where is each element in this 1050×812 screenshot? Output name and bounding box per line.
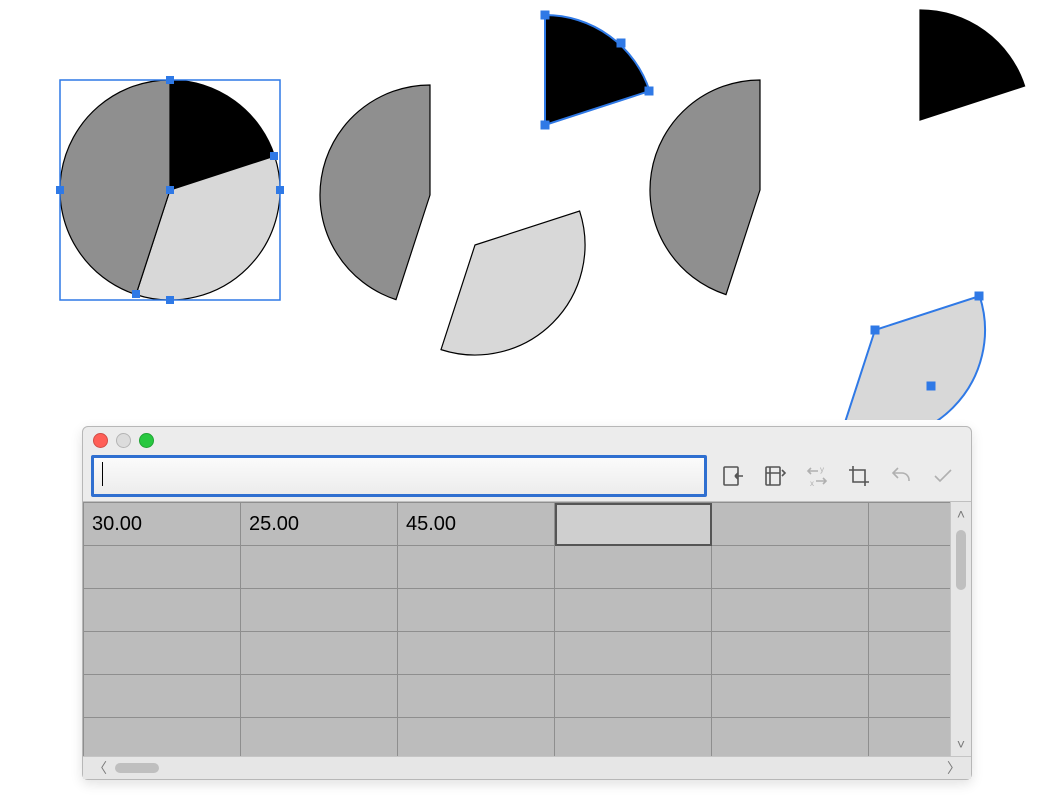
data-grid: 30.0025.0045.00 ˄ ˅ 〈 〉 [83,501,971,779]
vertical-scroll-thumb[interactable] [956,530,966,590]
scroll-down-arrow-icon[interactable]: ˅ [957,732,965,756]
horizontal-scroll-thumb[interactable] [115,763,159,773]
canvas-area[interactable] [0,0,1050,420]
pie2-slice-light[interactable] [441,211,585,355]
svg-text:x: x [810,479,814,488]
formula-toolbar: xy [83,453,971,501]
scroll-right-arrow-icon[interactable]: 〉 [943,758,965,778]
table-cell[interactable] [869,503,951,546]
pie2-slice-gray[interactable] [320,85,430,300]
table-cell[interactable] [84,718,241,757]
table-cell[interactable] [712,718,869,757]
table-cell[interactable] [712,632,869,675]
table-cell[interactable] [398,718,555,757]
data-table[interactable]: 30.0025.0045.00 [83,502,950,756]
table-cell[interactable] [241,546,398,589]
table-cell[interactable] [241,632,398,675]
window-titlebar [83,427,971,453]
table-cell[interactable] [555,589,712,632]
pie3-slice-light[interactable] [841,296,985,420]
table-cell[interactable] [398,546,555,589]
table-cell[interactable] [398,632,555,675]
table-cell[interactable]: 25.00 [241,503,398,546]
svg-text:y: y [820,465,824,474]
table-cell[interactable] [869,632,951,675]
formula-input[interactable] [91,455,707,497]
vertical-scrollbar[interactable]: ˄ ˅ [950,502,971,756]
table-cell[interactable] [712,503,869,546]
table-cell[interactable] [712,675,869,718]
table-row [84,632,951,675]
table-cell[interactable] [555,632,712,675]
table-row [84,718,951,757]
crop-icon[interactable] [845,462,873,490]
graph-data-panel: xy 30.0025.0045.00 ˄ ˅ [82,426,972,780]
scroll-up-arrow-icon[interactable]: ˄ [957,502,965,526]
table-cell[interactable] [241,589,398,632]
table-cell[interactable]: 30.00 [84,503,241,546]
table-cell[interactable] [555,675,712,718]
table-cell[interactable] [869,675,951,718]
table-cell[interactable] [84,589,241,632]
table-cell[interactable] [398,589,555,632]
table-row: 30.0025.0045.00 [84,503,951,546]
window-minimize-button[interactable] [116,433,131,448]
scroll-left-arrow-icon[interactable]: 〈 [89,758,111,778]
undo-icon[interactable] [887,462,915,490]
confirm-icon[interactable] [929,462,957,490]
window-zoom-button[interactable] [139,433,154,448]
table-cell[interactable] [84,632,241,675]
table-cell[interactable] [869,589,951,632]
table-cell[interactable]: 45.00 [398,503,555,546]
table-row [84,546,951,589]
table-cell[interactable] [712,589,869,632]
table-cell[interactable] [241,718,398,757]
pie-variants-svg [0,0,1050,420]
table-cell[interactable] [84,546,241,589]
pie-variant-2[interactable] [320,11,653,355]
table-row [84,589,951,632]
table-cell[interactable] [398,675,555,718]
window-close-button[interactable] [93,433,108,448]
table-cell[interactable] [712,546,869,589]
switch-xy-icon[interactable]: xy [803,462,831,490]
table-cell[interactable] [555,546,712,589]
horizontal-scrollbar[interactable]: 〈 〉 [83,756,971,779]
table-cell[interactable] [869,546,951,589]
pie3-slice-gray[interactable] [650,80,760,295]
pie3-slice-black[interactable] [920,10,1025,120]
table-cell[interactable] [869,718,951,757]
pie-variant-3[interactable] [650,10,1025,420]
table-cell[interactable] [555,503,712,546]
table-cell[interactable] [555,718,712,757]
transpose-icon[interactable] [761,462,789,490]
table-cell[interactable] [241,675,398,718]
table-cell[interactable] [84,675,241,718]
import-column-icon[interactable] [719,462,747,490]
table-row [84,675,951,718]
pie-variant-1[interactable] [56,76,284,304]
text-caret [102,462,103,486]
